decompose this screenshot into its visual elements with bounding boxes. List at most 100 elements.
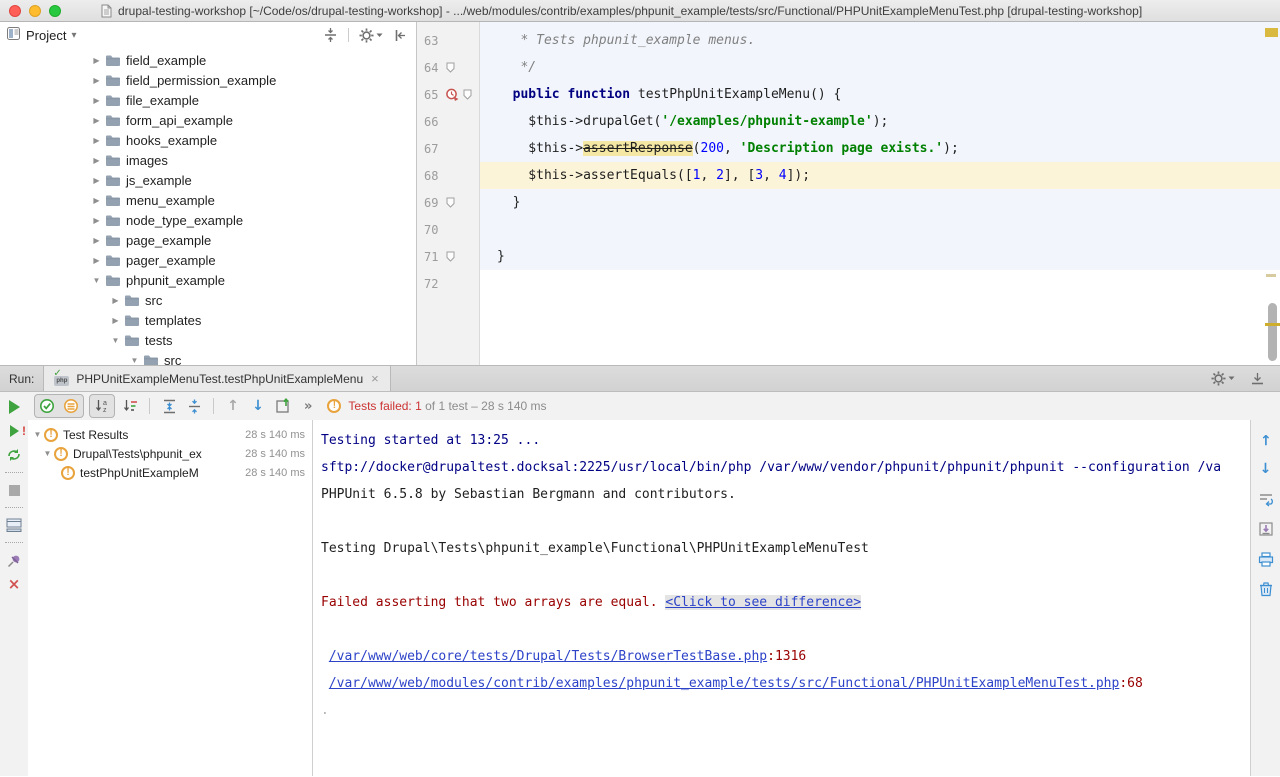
gear-icon[interactable] (1211, 371, 1235, 386)
chevron-collapsed-icon[interactable]: ▶ (90, 236, 103, 245)
console-link[interactable]: /var/www/web/modules/contrib/examples/ph… (329, 676, 1120, 691)
code-line[interactable]: $this->drupalGet('/examples/phpunit-exam… (480, 108, 1280, 135)
code-line[interactable]: */ (480, 54, 1280, 81)
chevron-collapsed-icon[interactable]: ▶ (90, 256, 103, 265)
toggle-auto-test-icon[interactable] (5, 447, 23, 463)
print-icon[interactable] (1256, 549, 1276, 569)
fold-marker-icon[interactable] (443, 62, 458, 73)
rerun-failed-tests-button[interactable]: ! (5, 423, 23, 439)
project-tree-row[interactable]: ▶ node_type_example (0, 210, 416, 230)
stop-button[interactable] (5, 482, 23, 498)
editor-code[interactable]: * Tests phpunit_example menus. */ public… (480, 22, 1280, 365)
project-tree-row[interactable]: ▶ menu_example (0, 190, 416, 210)
hide-tool-window-icon[interactable] (1251, 372, 1264, 385)
up-the-stack-trace-button[interactable]: ↓ (1256, 429, 1276, 449)
chevron-collapsed-icon[interactable]: ▶ (90, 136, 103, 145)
project-tree-row[interactable]: ▼ phpunit_example (0, 270, 416, 290)
next-failed-test-button[interactable]: ↓ (248, 396, 268, 416)
project-panel-title[interactable]: Project (26, 28, 66, 43)
chevron-collapsed-icon[interactable]: ▶ (90, 56, 103, 65)
console-link[interactable]: <Click to see difference> (665, 595, 861, 610)
chevron-expanded-icon[interactable]: ▼ (90, 276, 103, 285)
project-tree-row[interactable]: ▶ hooks_example (0, 130, 416, 150)
fold-marker-icon[interactable] (443, 251, 458, 262)
close-icon[interactable]: × (369, 371, 381, 386)
rerun-button[interactable] (5, 399, 23, 415)
project-tree-row[interactable]: ▶ field_example (0, 50, 416, 70)
analysis-status-indicator[interactable] (1265, 28, 1278, 37)
project-tree-row[interactable]: ▶ file_example (0, 90, 416, 110)
project-tree-row[interactable]: ▶ field_permission_example (0, 70, 416, 90)
expand-all-button[interactable] (159, 396, 179, 416)
sort-by-duration-button[interactable] (120, 396, 140, 416)
code-line[interactable]: * Tests phpunit_example menus. (480, 27, 1280, 54)
code-line[interactable]: public function testPhpUnitExampleMenu()… (480, 81, 1280, 108)
code-editor[interactable]: 63 64 65 66 67 (417, 22, 1280, 365)
collapse-all-button[interactable] (323, 28, 338, 42)
fold-marker-icon[interactable] (443, 197, 458, 208)
down-the-stack-trace-button[interactable]: ↓ (1256, 459, 1276, 479)
project-tree-row[interactable]: ▶ images (0, 150, 416, 170)
chevron-collapsed-icon[interactable]: ▶ (90, 76, 103, 85)
test-tree-row[interactable]: ▼ ! Drupal\Tests\phpunit_ex 28 s 140 ms (28, 444, 312, 463)
gear-icon[interactable] (359, 28, 383, 43)
chevron-expanded-icon[interactable]: ▼ (128, 356, 141, 365)
fold-marker-icon[interactable] (460, 89, 475, 100)
chevron-collapsed-icon[interactable]: ▶ (90, 156, 103, 165)
close-window-button[interactable] (9, 5, 21, 17)
warning-stripe-mark[interactable] (1266, 274, 1276, 277)
chevron-collapsed-icon[interactable]: ▶ (90, 196, 103, 205)
folder-icon (105, 274, 121, 287)
restore-layout-button[interactable] (5, 517, 23, 533)
show-ignored-toggle[interactable] (61, 396, 81, 416)
chevron-collapsed-icon[interactable]: ▶ (109, 316, 122, 325)
project-tree-row[interactable]: ▶ js_example (0, 170, 416, 190)
project-tree-row[interactable]: ▼ src (0, 350, 416, 365)
editor-scrollbar-thumb[interactable] (1268, 303, 1277, 361)
chevron-expanded-icon[interactable]: ▼ (41, 449, 54, 458)
project-tree-row[interactable]: ▶ page_example (0, 230, 416, 250)
project-tree-row[interactable]: ▶ templates (0, 310, 416, 330)
code-line[interactable]: } (480, 189, 1280, 216)
clear-all-icon[interactable] (1256, 579, 1276, 599)
previous-failed-test-button[interactable]: ↑ (223, 396, 243, 416)
test-tree-row[interactable]: ! testPhpUnitExampleM 28 s 140 ms (28, 463, 312, 482)
warning-stripe-mark[interactable] (1265, 323, 1280, 326)
sort-alphabetically-toggle[interactable]: az (92, 396, 112, 416)
hide-panel-icon[interactable] (393, 29, 406, 42)
chevron-expanded-icon[interactable]: ▼ (31, 430, 44, 439)
soft-wrap-toggle[interactable] (1256, 489, 1276, 509)
project-tree-row[interactable]: ▼ tests (0, 330, 416, 350)
project-tree-row[interactable]: ▶ src (0, 290, 416, 310)
code-line[interactable]: $this->assertResponse(200, 'Description … (480, 135, 1280, 162)
more-actions-icon[interactable]: » (304, 399, 312, 414)
code-line[interactable]: $this->assertEquals([1, 2], [3, 4]); (480, 162, 1280, 189)
code-line[interactable] (480, 270, 1280, 297)
chevron-expanded-icon[interactable]: ▼ (109, 336, 122, 345)
code-line[interactable]: } (480, 243, 1280, 270)
project-tree-row[interactable]: ▶ pager_example (0, 250, 416, 270)
failed-test-gutter-icon[interactable] (443, 88, 460, 102)
chevron-down-icon[interactable]: ▾ (71, 30, 76, 41)
test-tree-row[interactable]: ▼ ! Test Results 28 s 140 ms (28, 425, 312, 444)
code-line[interactable] (480, 216, 1280, 243)
project-tree-row[interactable]: ▶ form_api_example (0, 110, 416, 130)
tests-summary-text: of 1 test – 28 s 140 ms (425, 399, 546, 413)
pin-tab-icon[interactable] (5, 552, 23, 568)
zoom-window-button[interactable] (49, 5, 61, 17)
collapse-all-button[interactable] (184, 396, 204, 416)
console-output[interactable]: Testing started at 13:25 ...sftp://docke… (313, 420, 1250, 776)
import-test-results-button[interactable] (273, 396, 293, 416)
chevron-collapsed-icon[interactable]: ▶ (90, 96, 103, 105)
console-link[interactable]: /var/www/web/core/tests/Drupal/Tests/Bro… (329, 649, 767, 664)
close-icon[interactable]: × (5, 576, 23, 592)
text-segment: sftp://docker@drupaltest.docksal:2225/us… (321, 460, 1221, 475)
scroll-to-end-button[interactable] (1256, 519, 1276, 539)
chevron-collapsed-icon[interactable]: ▶ (109, 296, 122, 305)
minimize-window-button[interactable] (29, 5, 41, 17)
chevron-collapsed-icon[interactable]: ▶ (90, 116, 103, 125)
chevron-collapsed-icon[interactable]: ▶ (90, 176, 103, 185)
run-tab[interactable]: php ✓ PHPUnitExampleMenuTest.testPhpUnit… (43, 366, 390, 391)
show-passed-toggle[interactable] (37, 396, 57, 416)
chevron-collapsed-icon[interactable]: ▶ (90, 216, 103, 225)
